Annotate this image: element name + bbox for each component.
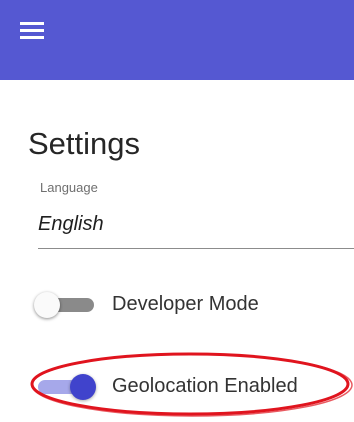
geolocation-row[interactable]: Geolocation Enabled — [34, 366, 354, 406]
developer-mode-row[interactable]: Developer Mode — [34, 284, 354, 324]
menu-button[interactable] — [20, 14, 54, 48]
geolocation-label: Geolocation Enabled — [112, 375, 298, 397]
switch-thumb — [70, 374, 96, 400]
developer-mode-toggle[interactable] — [34, 292, 98, 318]
hamburger-menu-icon — [20, 22, 44, 39]
geolocation-toggle[interactable] — [34, 374, 98, 400]
developer-mode-label: Developer Mode — [112, 293, 259, 315]
language-label: Language — [40, 180, 98, 195]
language-select[interactable]: English — [38, 208, 354, 249]
settings-page: Settings Language English Developer Mode… — [0, 0, 354, 422]
language-value: English — [38, 213, 104, 235]
app-bar — [0, 0, 354, 80]
page-title: Settings — [28, 126, 141, 161]
switch-thumb — [34, 292, 60, 318]
